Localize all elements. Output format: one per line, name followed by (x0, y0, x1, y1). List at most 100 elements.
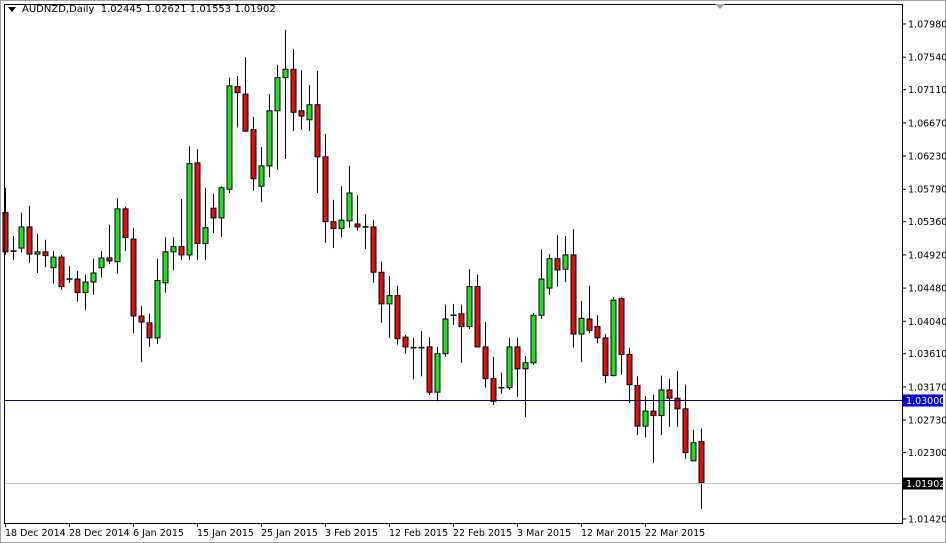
candlestick-chart[interactable]: 1.07980 1.07540 1.07110 1.06670 1.06230 1.057… (0, 0, 946, 543)
candle-body (490, 378, 497, 402)
y-tick-label: 1.07110 (908, 85, 946, 96)
level-price-label: 1.03000 (906, 396, 945, 407)
candle-body (618, 298, 625, 355)
x-tick-label: 22 Mar 2015 (645, 528, 705, 539)
candle-body (218, 187, 225, 219)
candle-body (386, 295, 393, 305)
candle-body (146, 322, 153, 339)
candle-body (554, 258, 561, 271)
candle-body (234, 86, 241, 94)
y-tick-label: 1.02300 (908, 448, 946, 459)
candle-body (258, 165, 265, 187)
x-tick-label: 22 Feb 2015 (453, 528, 512, 539)
y-tick-label: 1.05360 (908, 217, 946, 228)
y-tick-label: 1.06230 (908, 152, 946, 163)
candle-body (162, 251, 169, 284)
chart-background (0, 0, 946, 543)
x-tick-label: 18 Dec 2014 (5, 528, 66, 539)
candle (602, 334, 609, 384)
candle-body (626, 353, 633, 386)
candle-body (50, 256, 57, 269)
candle-body (538, 278, 545, 316)
candle-body (674, 397, 681, 410)
candle-body (346, 192, 353, 222)
candle-body (650, 410, 657, 417)
candle-body (18, 226, 25, 249)
candle-body (458, 313, 465, 328)
candle-body (338, 219, 345, 229)
candle-body (274, 77, 281, 112)
ohlc-readout: 1.02445 1.02621 1.01553 1.01902 (100, 4, 276, 15)
candle (226, 77, 233, 194)
candle-body (306, 104, 313, 121)
candle-body (114, 208, 121, 263)
candle-body (434, 353, 441, 393)
candle-body (602, 337, 609, 377)
y-tick-label: 1.04480 (908, 284, 946, 295)
y-tick-label: 1.04920 (908, 250, 946, 261)
candle-body (322, 156, 329, 223)
candle-body (210, 207, 217, 219)
candle-body (26, 226, 33, 255)
candle-body (474, 286, 481, 348)
candle-body (226, 85, 233, 190)
candle-body (530, 314, 537, 364)
candle-body (370, 226, 377, 273)
candle-body (250, 129, 257, 180)
candle-body (106, 257, 113, 262)
candle (194, 149, 201, 261)
candle-body (666, 389, 673, 399)
candle-body (194, 162, 201, 245)
candle-body (58, 256, 65, 288)
candle-body (378, 271, 385, 305)
candle (58, 254, 65, 290)
dropdown-triangle-icon[interactable] (8, 6, 16, 12)
y-tick-label: 1.01420 (908, 514, 946, 525)
y-tick-label: 1.07980 (908, 20, 946, 31)
x-tick-label: 6 Jan 2015 (133, 528, 184, 539)
candle-body (202, 227, 209, 245)
candle-body (282, 68, 289, 79)
x-tick-label: 28 Dec 2014 (69, 528, 130, 539)
candle-body (506, 346, 513, 389)
candle-body (634, 384, 641, 427)
candle-body (242, 93, 249, 132)
x-tick-label: 12 Mar 2015 (581, 528, 641, 539)
candle-body (442, 318, 449, 355)
candle-body (330, 221, 337, 229)
y-tick-label: 1.05790 (908, 185, 946, 196)
chart-title: AUDNZD,Daily 1.02445 1.02621 1.01553 1.0… (8, 4, 276, 15)
candle-body (682, 408, 689, 454)
x-tick-label: 15 Jan 2015 (197, 528, 254, 539)
candle-body (586, 318, 593, 331)
y-tick-label: 1.06670 (908, 118, 946, 129)
symbol-label: AUDNZD,Daily (22, 4, 95, 15)
candle-body (402, 336, 409, 348)
candle-body (594, 326, 601, 339)
candle-body (610, 299, 617, 377)
candle (186, 146, 193, 261)
x-tick-label: 12 Feb 2015 (389, 528, 448, 539)
candle-body (290, 68, 297, 113)
candle-body (178, 246, 185, 256)
x-tick-label: 25 Jan 2015 (261, 528, 318, 539)
candle-body (546, 258, 553, 289)
candle-body (82, 281, 89, 294)
candle-body (98, 257, 105, 269)
candle-body (266, 110, 273, 167)
candle-body (514, 346, 521, 370)
candle-body (74, 278, 81, 294)
candle (530, 312, 537, 366)
candle-body (570, 254, 577, 335)
y-tick-label: 1.04040 (908, 317, 946, 328)
candle-body (2, 212, 9, 253)
x-tick-label: 3 Mar 2015 (517, 528, 571, 539)
candle-body (482, 346, 489, 380)
y-tick-label: 1.07540 (908, 53, 946, 64)
candle-body (466, 286, 473, 328)
y-tick-label: 1.02730 (908, 416, 946, 427)
candle-body (578, 317, 585, 335)
candle-body (426, 346, 433, 393)
candle-body (690, 442, 697, 462)
candle (610, 297, 617, 377)
